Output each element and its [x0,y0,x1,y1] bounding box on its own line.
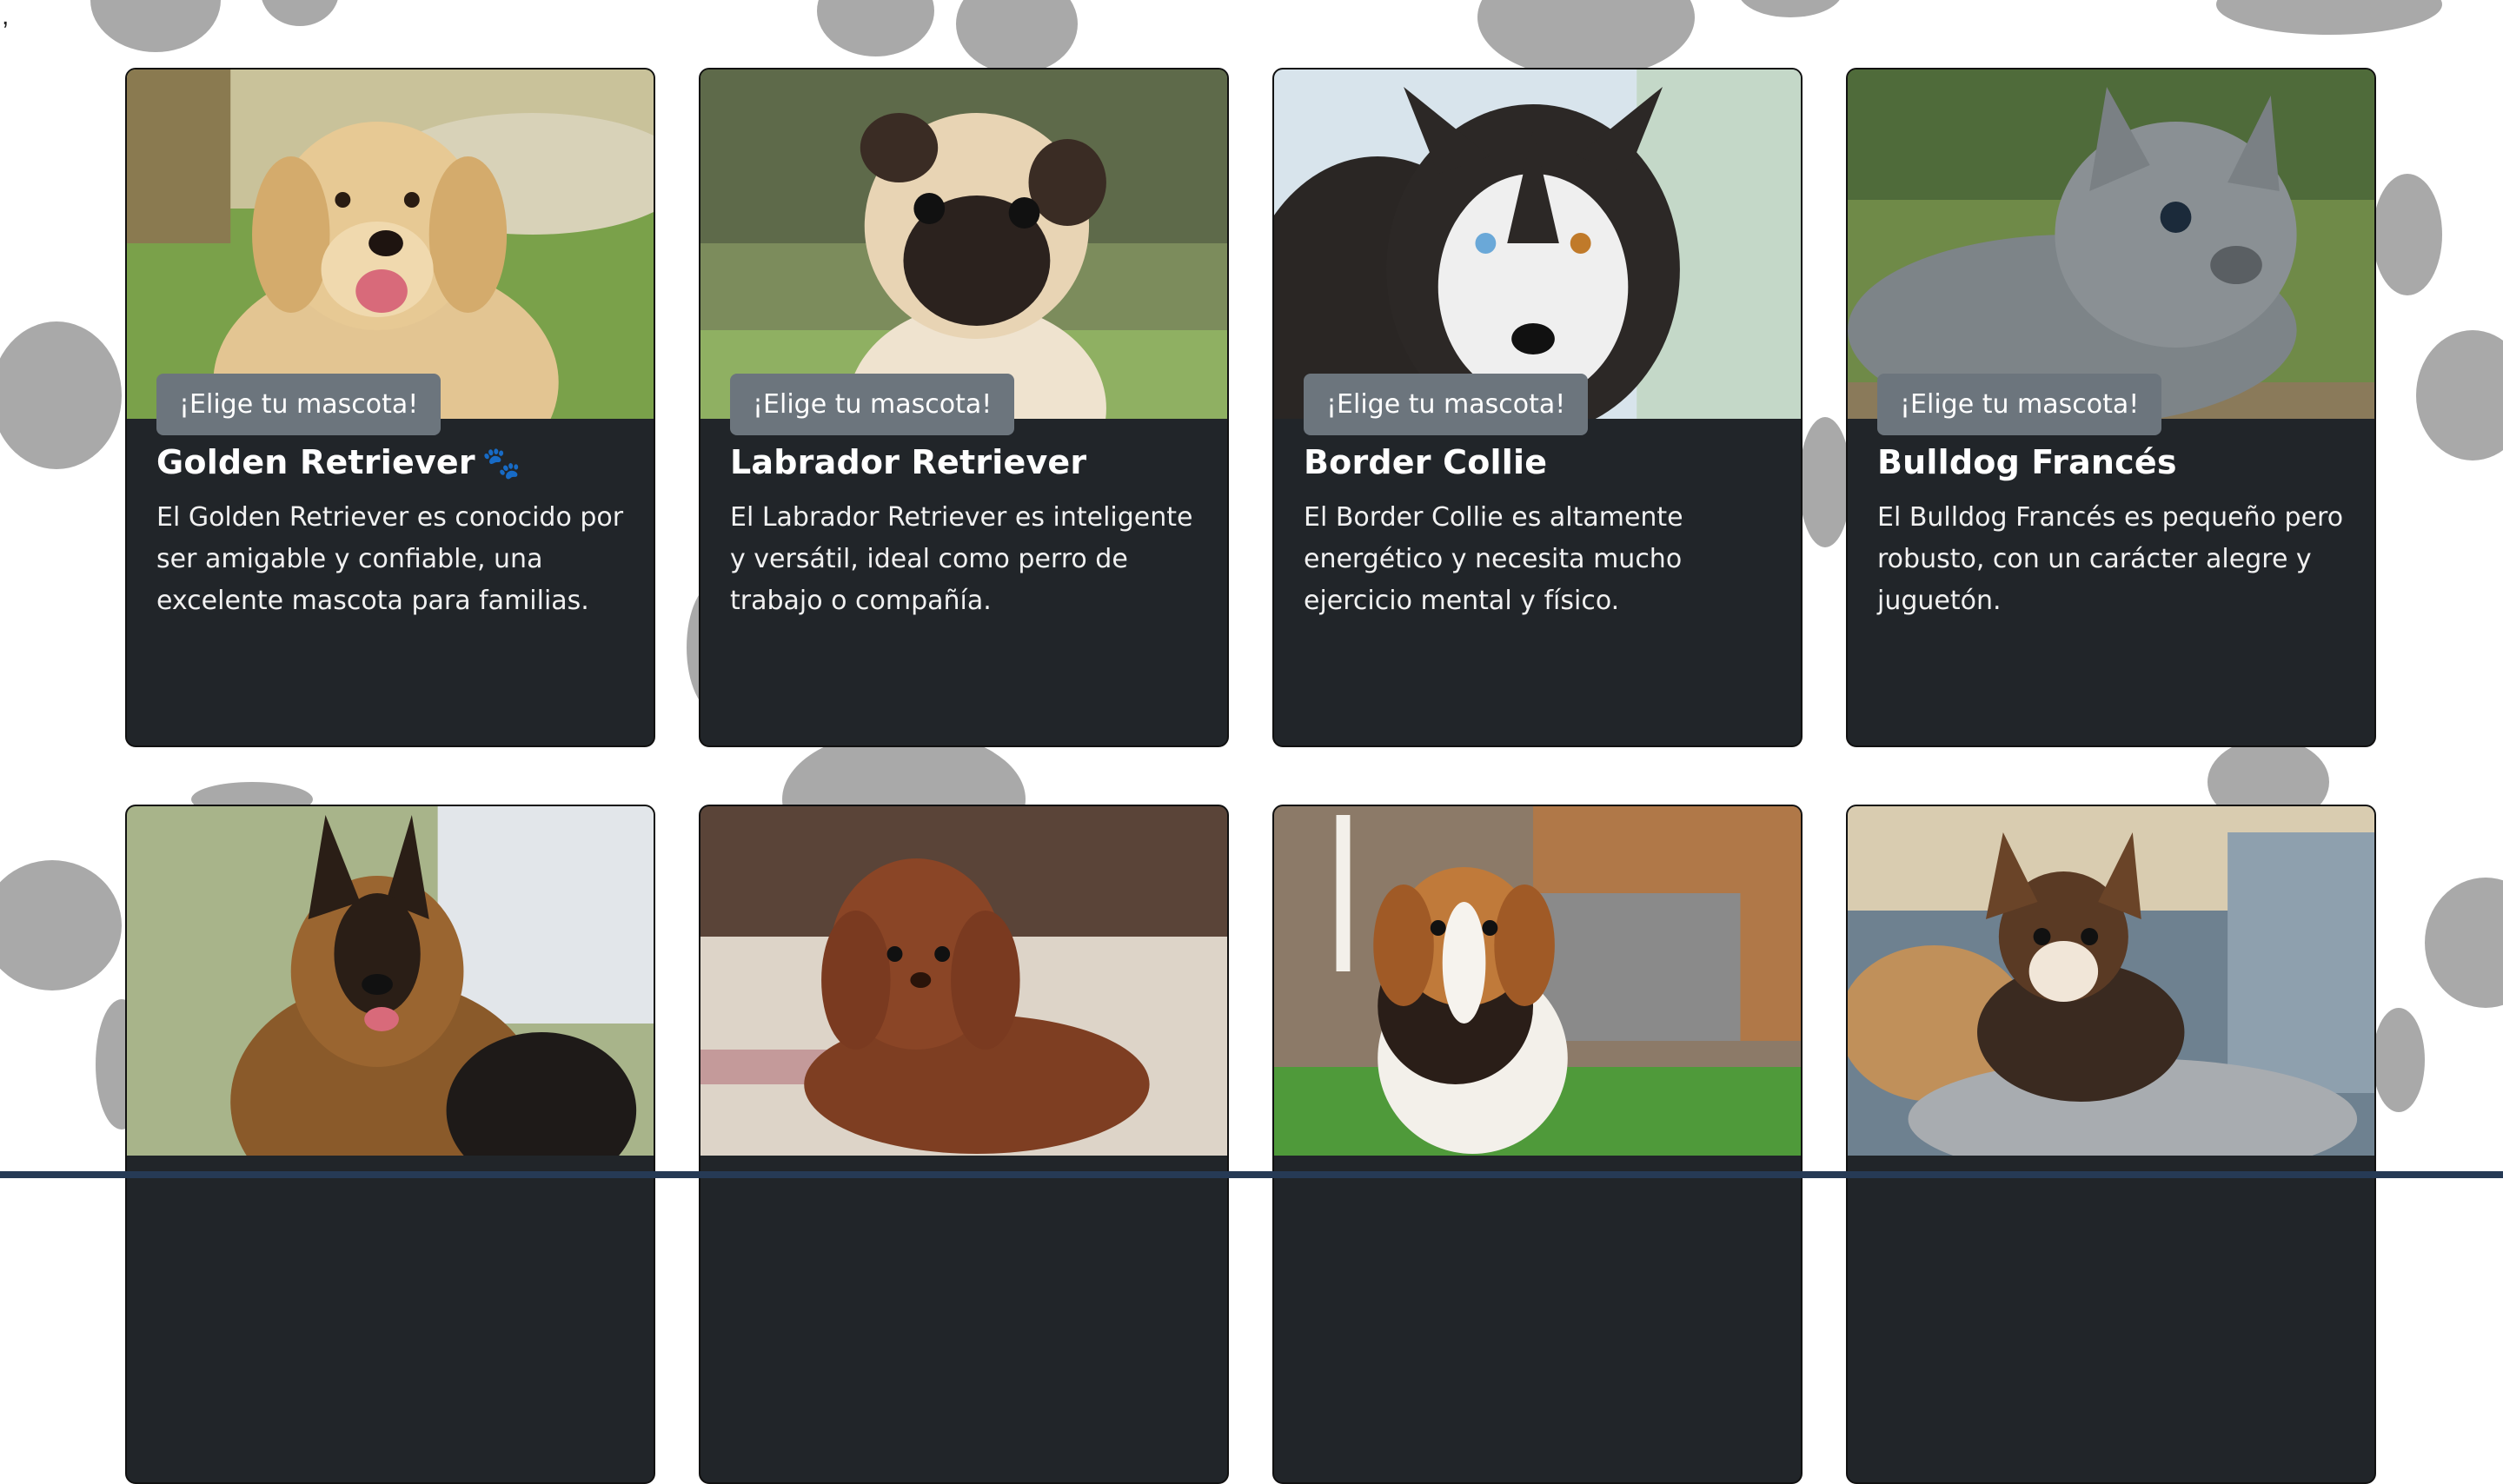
dog-card-labrador-retriever: Labrador Retriever El Labrador Retriever… [699,68,1229,747]
paw-pad [0,860,122,990]
card-body: Bulldog Francés El Bulldog Francés es pe… [1877,419,2345,622]
paw-pad [817,0,934,56]
paw-pad [2416,330,2503,460]
card-title: Border Collie [1304,443,1548,481]
pug-photo [700,70,1227,419]
paw-pad [1477,0,1695,78]
dog-card-chihuahua [1846,805,2376,1484]
poodle-photo [700,806,1227,1156]
card-title: Bulldog Francés [1877,443,2177,481]
paw-icon: 🐾 [481,446,521,481]
card-body: Border Collie El Border Collie es altame… [1304,419,1771,622]
dog-card-german-shepherd [125,805,655,1484]
paw-pad [2425,878,2503,1008]
card-description: El Golden Retriever es conocido por ser … [156,502,624,616]
beagle-photo [1274,806,1801,1156]
card-description: El Labrador Retriever es inteligente y v… [730,502,1193,616]
stray-character: , [2,2,10,30]
card-title-text: Golden Retriever [156,443,475,481]
paw-pad [1738,0,1842,17]
card-title: Golden Retriever 🐾 [156,443,624,481]
card-body: Labrador Retriever El Labrador Retriever… [730,419,1198,622]
golden-retriever-photo [127,70,654,419]
window-bottom-edge [0,1171,2503,1178]
card-body: Golden Retriever 🐾 El Golden Retriever es… [156,419,624,622]
choose-pet-button[interactable]: ¡Elige tu mascota! [730,374,1015,435]
dog-card-golden-retriever: Golden Retriever 🐾 El Golden Retriever es… [125,68,655,747]
german-shepherd-photo [127,806,654,1156]
dog-card-border-collie: Border Collie El Border Collie es altame… [1272,68,1803,747]
husky-photo [1274,70,1801,419]
paw-pad [1799,417,1851,547]
paw-pad [956,0,1078,74]
paw-pad [0,321,122,469]
card-description: El Bulldog Francés es pequeño pero robus… [1877,502,2344,616]
choose-pet-button[interactable]: ¡Elige tu mascota! [1877,374,2162,435]
paw-pad [261,0,339,26]
french-bulldog-photo [1848,70,2374,419]
choose-pet-button[interactable]: ¡Elige tu mascota! [156,374,442,435]
card-description: El Border Collie es altamente energético… [1304,502,1683,616]
paw-pad [2373,174,2442,295]
choose-pet-button[interactable]: ¡Elige tu mascota! [1304,374,1589,435]
chihuahua-photo [1848,806,2374,1156]
paw-pad [2373,1008,2425,1112]
dog-card-beagle [1272,805,1803,1484]
paw-pad [2216,0,2442,35]
dog-card-poodle [699,805,1229,1484]
card-title: Labrador Retriever [730,443,1087,481]
dog-card-bulldog-frances: Bulldog Francés El Bulldog Francés es pe… [1846,68,2376,747]
paw-pad [90,0,221,52]
